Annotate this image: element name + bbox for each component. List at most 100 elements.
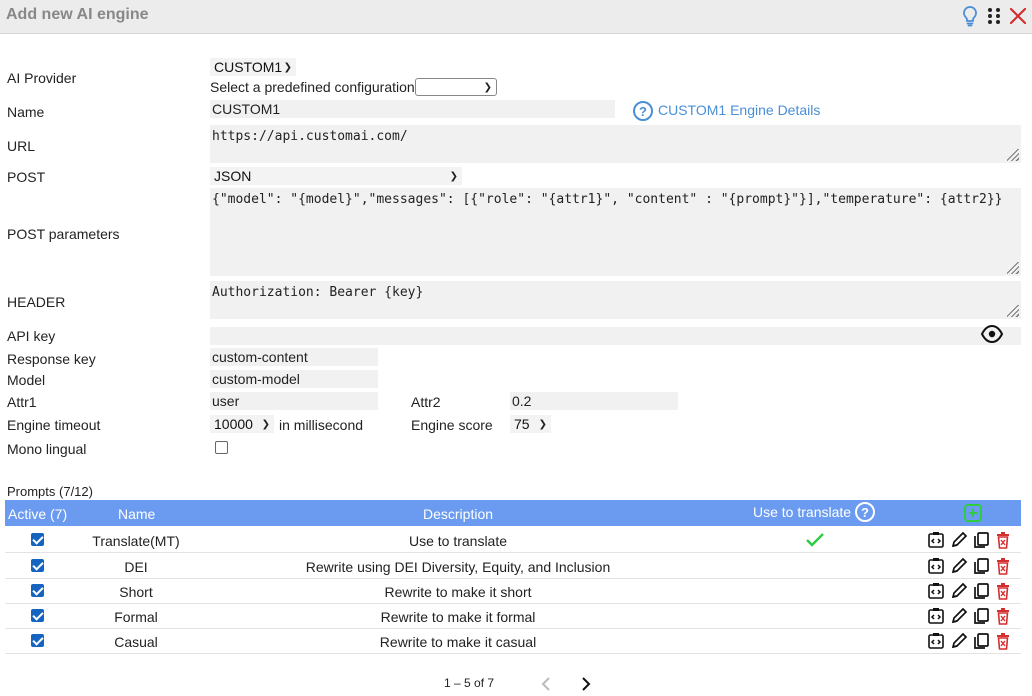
chevron-left-icon[interactable] — [540, 677, 552, 691]
edit-icon[interactable] — [950, 607, 968, 625]
row-name: Casual — [114, 634, 158, 650]
export-code-icon[interactable] — [927, 607, 945, 625]
api-key-input[interactable] — [210, 327, 1021, 345]
row-name: DEI — [124, 559, 148, 575]
attr2-label: Attr2 — [411, 394, 441, 410]
row-name: Formal — [114, 609, 158, 625]
delete-icon[interactable] — [994, 557, 1012, 575]
response-key-value: custom-content — [212, 349, 308, 365]
row-active-checkbox[interactable] — [31, 584, 44, 597]
copy-icon[interactable] — [972, 557, 990, 575]
copy-icon[interactable] — [972, 582, 990, 600]
url-textarea[interactable]: https://api.customai.com/ — [210, 125, 1021, 163]
close-icon[interactable] — [1006, 4, 1030, 28]
engine-timeout-label: Engine timeout — [7, 417, 101, 433]
delete-icon[interactable] — [994, 607, 1012, 625]
row-description: Rewrite using DEI Diversity, Equity, and… — [305, 559, 611, 575]
export-code-icon[interactable] — [927, 531, 945, 549]
model-value: custom-model — [212, 371, 300, 387]
ai-provider-label: AI Provider — [7, 70, 77, 86]
url-label: URL — [7, 138, 36, 154]
delete-icon[interactable] — [994, 531, 1012, 549]
table-row[interactable]: Translate(MT) Use to translate — [5, 528, 1021, 553]
row-name: Short — [119, 584, 153, 600]
row-active-checkbox[interactable] — [31, 609, 44, 622]
edit-icon[interactable] — [950, 557, 968, 575]
resize-handle-icon[interactable] — [1007, 149, 1019, 161]
post-params-textarea[interactable]: {"model": "{model}","messages": [{"role"… — [210, 188, 1021, 276]
post-format-select[interactable]: JSON ❯ — [210, 167, 462, 185]
post-params-value: {"model": "{model}","messages": [{"role"… — [212, 192, 1003, 207]
name-label: Name — [7, 104, 45, 120]
model-input[interactable]: custom-model — [210, 370, 378, 388]
add-prompt-icon[interactable] — [963, 503, 983, 523]
row-description: Rewrite to make it short — [384, 584, 532, 600]
resize-handle-icon[interactable] — [1007, 262, 1019, 274]
header-textarea[interactable]: Authorization: Bearer {key} — [210, 281, 1021, 319]
export-code-icon[interactable] — [927, 557, 945, 575]
copy-icon[interactable] — [972, 531, 990, 549]
attr1-value: user — [212, 393, 240, 409]
post-format-value: JSON — [214, 168, 252, 184]
engine-timeout-value: 10000 — [214, 416, 253, 432]
dialog-titlebar: Add new AI engine — [0, 0, 1032, 34]
export-code-icon[interactable] — [927, 632, 945, 650]
prompts-table-header: Active (7) Name Description Use to trans… — [5, 500, 1021, 526]
col-use-to-translate[interactable]: Use to translate — [753, 504, 851, 520]
export-code-icon[interactable] — [927, 582, 945, 600]
edit-icon[interactable] — [950, 632, 968, 650]
engine-timeout-select[interactable]: 10000 ❯ — [210, 415, 274, 433]
chevron-right-icon[interactable] — [580, 677, 592, 691]
lightbulb-icon[interactable] — [958, 4, 982, 28]
engine-score-select[interactable]: 75 ❯ — [510, 415, 551, 433]
table-row[interactable]: Formal Rewrite to make it formal — [5, 604, 1021, 629]
attr2-input[interactable]: 0.2 — [510, 392, 678, 410]
col-description[interactable]: Description — [423, 506, 493, 522]
eye-icon[interactable] — [980, 324, 1004, 344]
dialog-title: Add new AI engine — [6, 6, 149, 23]
edit-icon[interactable] — [950, 531, 968, 549]
edit-icon[interactable] — [950, 582, 968, 600]
table-row[interactable]: Casual Rewrite to make it casual — [5, 629, 1021, 654]
ai-provider-select[interactable]: CUSTOM1 ❯ — [210, 58, 296, 76]
delete-icon[interactable] — [994, 582, 1012, 600]
mono-lingual-label: Mono lingual — [7, 441, 87, 457]
col-name[interactable]: Name — [118, 506, 155, 522]
ai-provider-value: CUSTOM1 — [214, 59, 283, 75]
table-row[interactable]: Short Rewrite to make it short — [5, 579, 1021, 604]
header-value: Authorization: Bearer {key} — [212, 285, 424, 300]
response-key-input[interactable]: custom-content — [210, 348, 378, 366]
chevron-down-icon: ❯ — [483, 81, 492, 93]
pagination-range: 1 – 5 of 7 — [444, 676, 495, 690]
predefined-config-label: Select a predefined configuration — [210, 79, 415, 95]
row-active-checkbox[interactable] — [31, 533, 44, 546]
prompts-title: Prompts (7/12) — [7, 484, 93, 499]
row-name: Translate(MT) — [92, 533, 180, 549]
row-description: Use to translate — [408, 533, 508, 549]
chevron-down-icon: ❯ — [261, 418, 270, 430]
delete-icon[interactable] — [994, 632, 1012, 650]
copy-icon[interactable] — [972, 632, 990, 650]
check-icon[interactable] — [805, 532, 825, 548]
resize-handle-icon[interactable] — [1007, 305, 1019, 317]
url-value: https://api.customai.com/ — [212, 129, 408, 144]
response-key-label: Response key — [7, 351, 96, 367]
name-input[interactable]: CUSTOM1 — [210, 100, 615, 118]
help-icon[interactable]: ? — [855, 502, 875, 522]
name-value: CUSTOM1 — [212, 101, 281, 117]
mono-lingual-checkbox[interactable] — [215, 441, 228, 454]
row-active-checkbox[interactable] — [31, 559, 44, 572]
engine-details-link[interactable]: CUSTOM1 Engine Details — [658, 102, 820, 118]
attr1-label: Attr1 — [7, 394, 37, 410]
col-active[interactable]: Active (7) — [8, 506, 67, 522]
row-active-checkbox[interactable] — [31, 634, 44, 647]
attr1-input[interactable]: user — [210, 392, 378, 410]
predefined-config-select[interactable]: ❯ — [415, 78, 497, 96]
drag-handle-icon[interactable] — [982, 4, 1006, 28]
header-label: HEADER — [7, 294, 66, 310]
help-icon[interactable]: ? — [633, 101, 653, 121]
post-params-label: POST parameters — [7, 226, 120, 242]
table-row[interactable]: DEI Rewrite using DEI Diversity, Equity, … — [5, 554, 1021, 579]
copy-icon[interactable] — [972, 607, 990, 625]
row-description: Rewrite to make it formal — [380, 609, 536, 625]
